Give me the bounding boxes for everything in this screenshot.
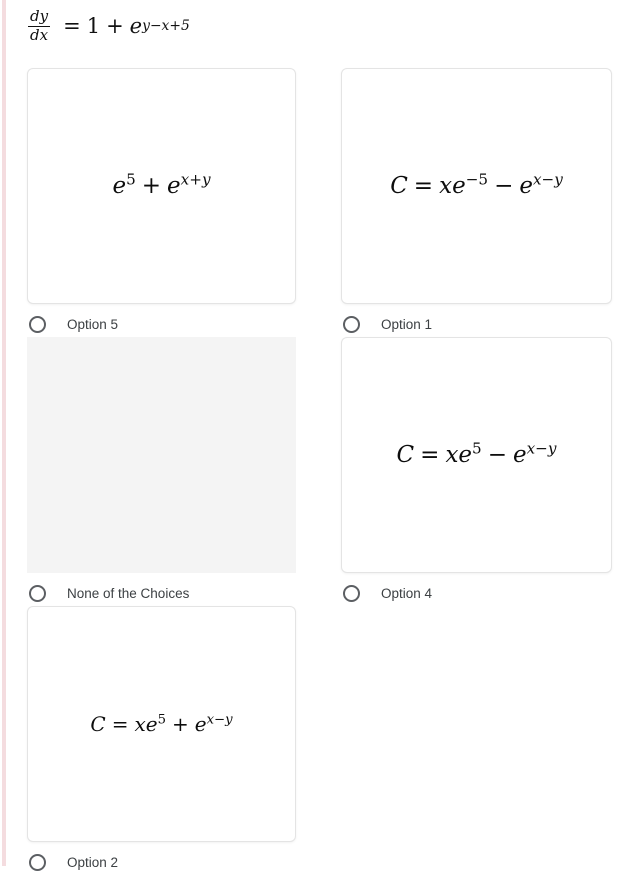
exponent: 5 bbox=[126, 169, 136, 188]
choice-answer-row[interactable]: Option 5 bbox=[29, 313, 118, 335]
choice-formula: C = xe5− ex−y bbox=[396, 440, 557, 468]
exponent: x−y bbox=[526, 438, 557, 457]
exponent: x+y bbox=[180, 169, 211, 188]
exponent: x−y bbox=[532, 169, 563, 188]
base-e: e bbox=[112, 172, 127, 199]
base-e: e bbox=[512, 441, 527, 468]
choice-formula: C = xe−5− ex−y bbox=[390, 171, 563, 199]
question-page: dy dx = 1 + e y−x+5 e5 + ex+y Option 5 C… bbox=[0, 0, 632, 881]
fraction-numerator: dy bbox=[30, 7, 49, 25]
derivative-fraction: dy dx bbox=[28, 7, 51, 44]
choice-answer-row[interactable]: Option 4 bbox=[343, 582, 432, 604]
choice-answer-row[interactable]: Option 1 bbox=[343, 313, 432, 335]
choice-option-2[interactable]: C = xe5 + ex−y Option 2 bbox=[27, 606, 298, 871]
operator: + bbox=[172, 712, 189, 736]
choice-label[interactable]: Option 4 bbox=[381, 586, 432, 601]
choice-card-blank[interactable] bbox=[27, 337, 296, 573]
choice-formula: e5 + ex+y bbox=[112, 171, 210, 199]
choice-row: None of the Choices C = xe5− ex−y Option 4 bbox=[0, 337, 632, 606]
choice-row: e5 + ex+y Option 5 C = xe−5− ex−y Option 1 bbox=[0, 68, 632, 337]
exponential-base: e bbox=[129, 13, 143, 38]
exponent: x−y bbox=[206, 712, 233, 728]
operator: − bbox=[494, 172, 514, 199]
exponent: 5 bbox=[472, 438, 482, 457]
base-e: e bbox=[519, 172, 533, 199]
operator: + bbox=[141, 172, 162, 199]
equals-sign: = bbox=[111, 712, 129, 736]
question-formula: dy dx = 1 + e y−x+5 bbox=[28, 7, 190, 44]
choice-label[interactable]: Option 2 bbox=[67, 855, 118, 870]
equals-sign: = bbox=[413, 172, 434, 199]
choice-option-4[interactable]: C = xe5− ex−y Option 4 bbox=[341, 337, 612, 602]
equals-sign: = bbox=[63, 13, 81, 38]
choice-card[interactable]: C = xe−5− ex−y bbox=[341, 68, 612, 304]
constant-one: 1 bbox=[86, 13, 101, 38]
radio-button-icon[interactable] bbox=[29, 584, 46, 602]
choice-answer-row[interactable]: None of the Choices bbox=[29, 582, 189, 604]
choice-label[interactable]: None of the Choices bbox=[67, 586, 189, 601]
base-e: e bbox=[167, 172, 181, 199]
choice-label[interactable]: Option 5 bbox=[67, 317, 118, 332]
exponent: −5 bbox=[465, 169, 489, 188]
choice-card[interactable]: C = xe5− ex−y bbox=[341, 337, 612, 573]
lhs-constant: C bbox=[90, 712, 106, 736]
radio-button-icon[interactable] bbox=[29, 315, 46, 333]
choice-label[interactable]: Option 1 bbox=[381, 317, 432, 332]
choice-card[interactable]: e5 + ex+y bbox=[27, 68, 296, 304]
base-e: e bbox=[452, 172, 466, 199]
lhs-constant: C bbox=[390, 172, 408, 199]
choice-formula: C = xe5 + ex−y bbox=[90, 712, 233, 736]
exponent: 5 bbox=[157, 712, 167, 728]
fraction-denominator: dx bbox=[30, 25, 49, 44]
choice-option-5[interactable]: e5 + ex+y Option 5 bbox=[27, 68, 298, 333]
choice-option-1[interactable]: C = xe−5− ex−y Option 1 bbox=[341, 68, 612, 333]
coefficient-x: x bbox=[439, 172, 453, 199]
base-e: e bbox=[194, 712, 207, 736]
lhs-constant: C bbox=[396, 441, 415, 468]
answer-choices: e5 + ex+y Option 5 C = xe−5− ex−y Option 1 bbox=[0, 68, 632, 875]
radio-button-icon[interactable] bbox=[343, 584, 360, 602]
coefficient-x: x bbox=[134, 712, 146, 736]
choice-row: C = xe5 + ex−y Option 2 bbox=[0, 606, 632, 875]
choice-answer-row[interactable]: Option 2 bbox=[29, 851, 118, 873]
choice-none-of-the-choices[interactable]: None of the Choices bbox=[27, 337, 298, 602]
operator: − bbox=[487, 441, 507, 468]
plus-sign: + bbox=[106, 13, 124, 38]
coefficient-x: x bbox=[445, 441, 459, 468]
radio-button-icon[interactable] bbox=[29, 853, 46, 871]
equals-sign: = bbox=[420, 441, 440, 468]
base-e: e bbox=[458, 441, 473, 468]
radio-button-icon[interactable] bbox=[343, 315, 360, 333]
base-e: e bbox=[145, 712, 158, 736]
choice-card[interactable]: C = xe5 + ex−y bbox=[27, 606, 296, 842]
